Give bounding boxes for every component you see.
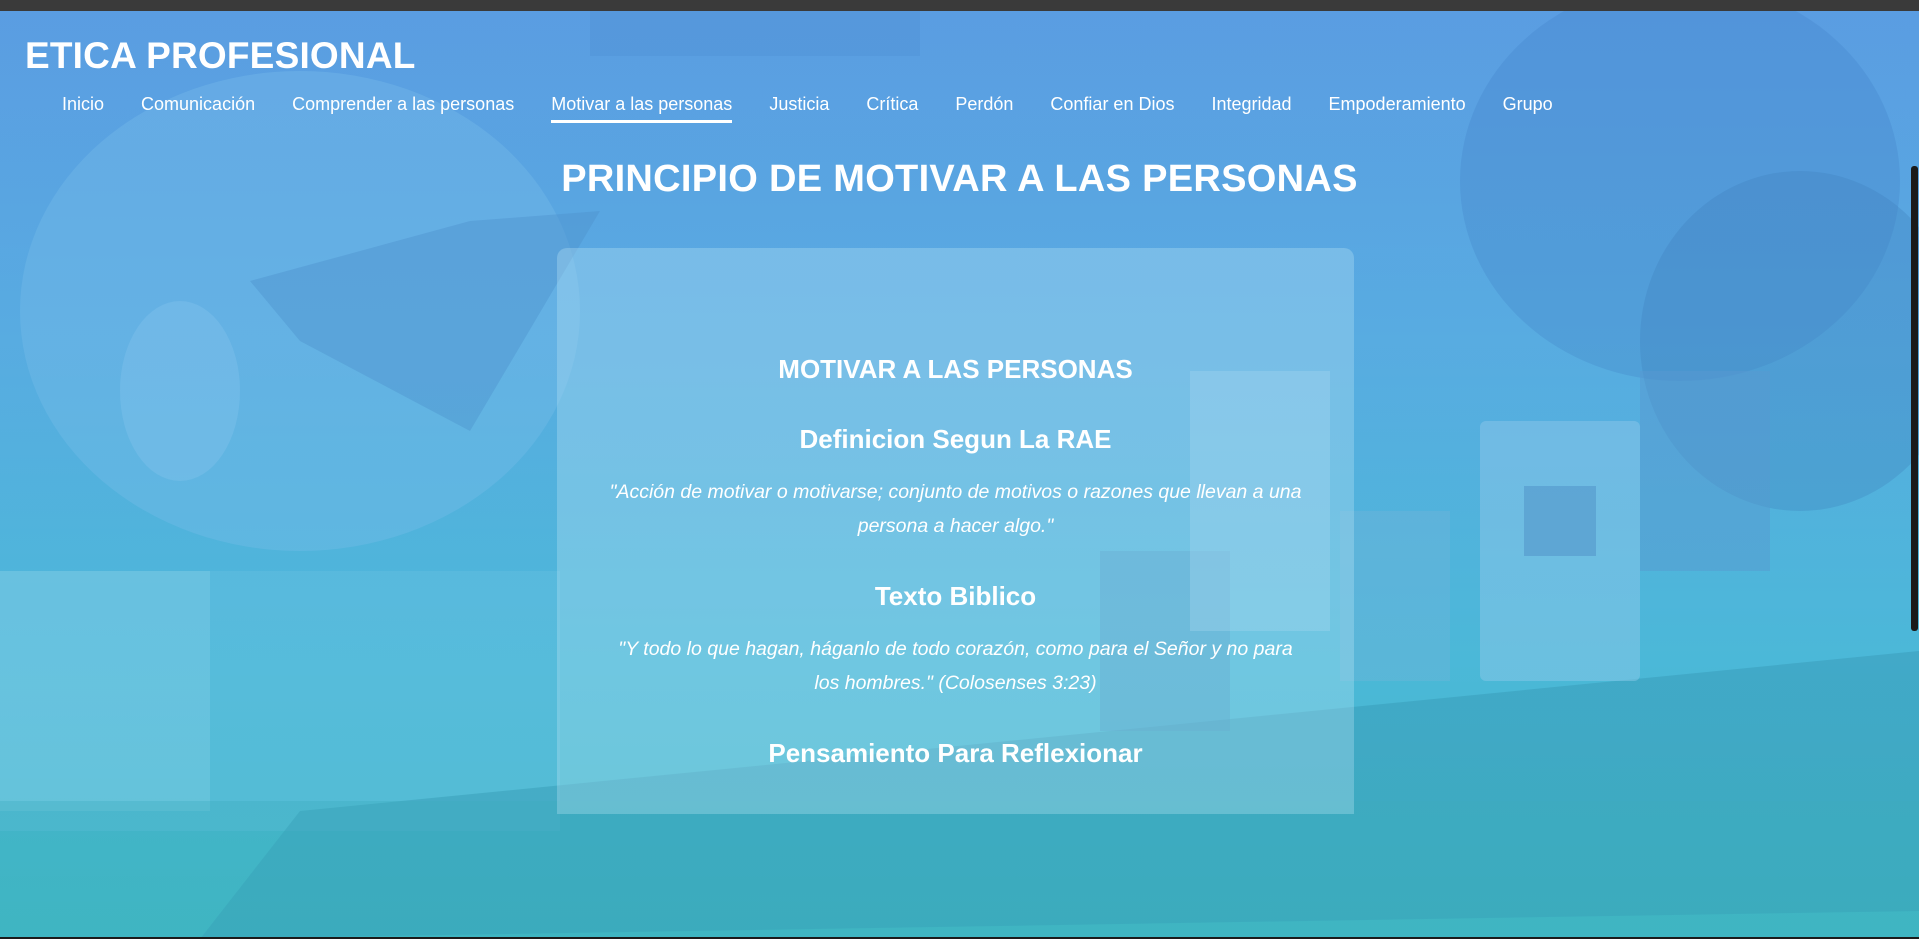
nav-item-inicio[interactable]: Inicio xyxy=(62,94,104,123)
browser-top-bar xyxy=(0,0,1919,11)
scrollbar-thumb[interactable] xyxy=(1911,166,1918,631)
nav-item-empoderamiento[interactable]: Empoderamiento xyxy=(1329,94,1466,123)
nav-item-justicia[interactable]: Justicia xyxy=(769,94,829,123)
nav-item-integridad[interactable]: Integridad xyxy=(1211,94,1291,123)
definicion-text: "Acción de motivar o motivarse; conjunto… xyxy=(609,481,1302,537)
page-title: PRINCIPIO DE MOTIVAR A LAS PERSONAS xyxy=(561,158,1358,200)
nav-item-grupo[interactable]: Grupo xyxy=(1503,94,1553,123)
nav-item-perdon[interactable]: Perdón xyxy=(955,94,1013,123)
nav-item-critica[interactable]: Crítica xyxy=(866,94,918,123)
card-heading: MOTIVAR A LAS PERSONAS xyxy=(778,354,1133,384)
nav-item-comunicacion[interactable]: Comunicación xyxy=(141,94,255,123)
nav-item-confiar-en-dios[interactable]: Confiar en Dios xyxy=(1050,94,1174,123)
main-nav: Inicio Comunicación Comprender a las per… xyxy=(62,94,1590,134)
site-brand[interactable]: ETICA PROFESIONAL xyxy=(25,35,416,77)
nav-item-comprender[interactable]: Comprender a las personas xyxy=(292,94,514,123)
section-title-pensamiento: Pensamiento Para Reflexionar xyxy=(768,738,1143,768)
section-title-texto-biblico: Texto Biblico xyxy=(874,581,1037,611)
nav-item-motivar[interactable]: Motivar a las personas xyxy=(551,94,733,123)
section-title-definicion: Definicion Segun La RAE xyxy=(799,424,1112,454)
texto-biblico-text: "Y todo lo que hagan, háganlo de todo co… xyxy=(618,638,1293,694)
content-card: MOTIVAR A LAS PERSONAS Definicion Segun … xyxy=(557,248,1354,814)
page-scrollbar[interactable] xyxy=(1909,11,1919,939)
